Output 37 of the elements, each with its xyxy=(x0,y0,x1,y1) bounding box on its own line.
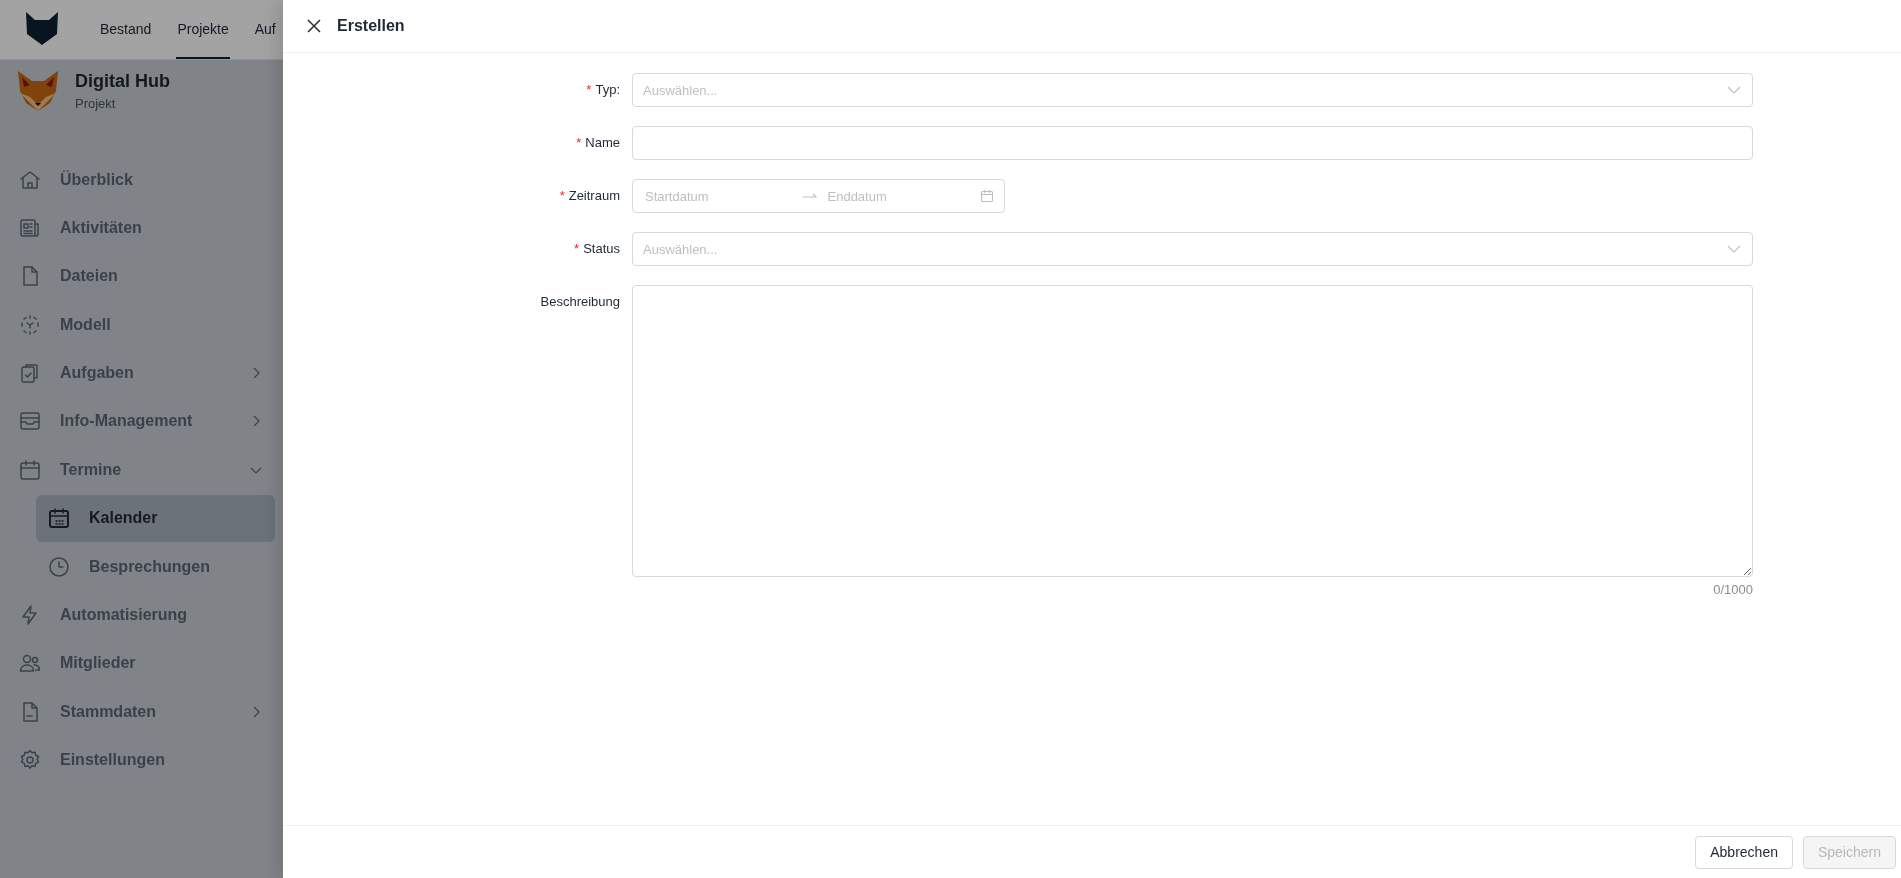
menu-item[interactable]: Automatisierung xyxy=(0,591,283,639)
project-name: Digital Hub xyxy=(75,71,170,92)
field-label: * Status xyxy=(573,240,620,258)
description-field[interactable] xyxy=(632,285,1753,577)
calendar-icon xyxy=(47,506,71,531)
character-counter: 0/1000 xyxy=(1712,582,1753,597)
menu-item[interactable]: Termine xyxy=(0,446,283,494)
cancel-button[interactable]: Abbrechen xyxy=(1695,835,1793,869)
calendar-icon xyxy=(980,189,994,203)
menu-item[interactable]: Mitglieder xyxy=(0,639,283,687)
menu-item[interactable]: Stammdaten xyxy=(0,688,283,736)
date-range-field[interactable]: Startdatum Enddatum xyxy=(632,179,1005,213)
dashed-cube-icon xyxy=(18,312,42,337)
text-field[interactable] xyxy=(632,126,1753,160)
clock-icon xyxy=(47,554,71,579)
field-label: * Typ: xyxy=(585,81,620,99)
drawer-title: Erstellen xyxy=(337,17,405,35)
menu-item[interactable]: Aufgaben xyxy=(0,349,283,397)
menu-item[interactable]: Dateien xyxy=(0,252,283,300)
select-field[interactable]: Auswählen... xyxy=(632,232,1753,266)
start-date-input[interactable]: Startdatum xyxy=(643,187,798,205)
nav-tab[interactable]: Bestand xyxy=(99,0,153,59)
field-label: * Name xyxy=(575,134,620,152)
menu-item[interactable]: Info-Management xyxy=(0,397,283,445)
menu-item[interactable]: Modell xyxy=(0,301,283,349)
select-field[interactable]: Auswählen... xyxy=(632,73,1753,107)
menu-item[interactable]: Aktivitäten xyxy=(0,204,283,252)
submenu-item[interactable]: Besprechungen xyxy=(36,543,275,591)
nav-tab[interactable]: Auf xyxy=(253,0,277,59)
calendar-icon xyxy=(18,457,42,482)
submenu-item[interactable]: Kalender xyxy=(36,494,275,542)
project-type: Projekt xyxy=(75,96,117,111)
menu-item[interactable]: Einstellungen xyxy=(0,736,283,784)
end-date-input[interactable]: Enddatum xyxy=(825,187,980,205)
field-label: * Zeitraum xyxy=(558,187,620,205)
menu-item[interactable]: Überblick xyxy=(0,156,283,203)
field-label: Beschreibung xyxy=(539,293,620,311)
